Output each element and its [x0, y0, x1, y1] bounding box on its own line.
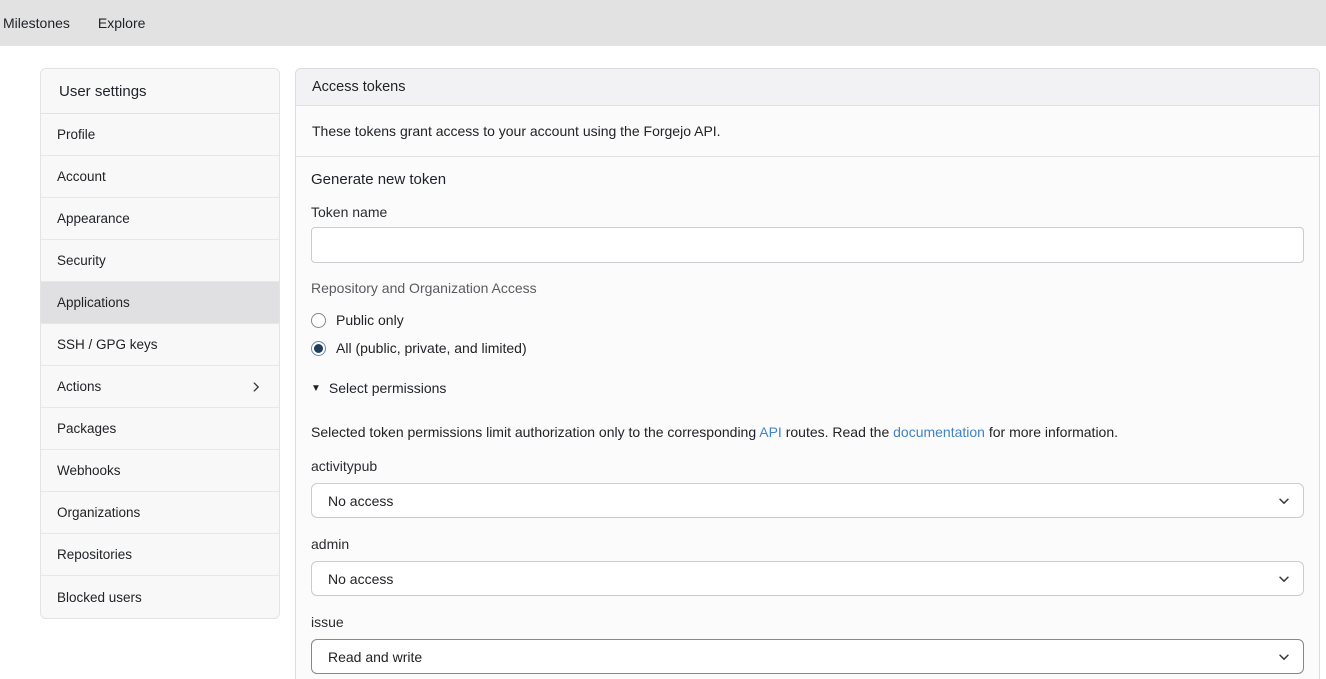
panel-title: Access tokens [296, 69, 1319, 106]
radio-icon[interactable] [311, 313, 326, 328]
sidebar-item-label: Organizations [57, 505, 140, 520]
sidebar-item-label: Appearance [57, 211, 130, 226]
selected-option: Read and write [328, 649, 422, 665]
sidebar-item-label: Webhooks [57, 463, 121, 478]
sidebar-title: User settings [41, 69, 279, 114]
sidebar-item-packages[interactable]: Packages [41, 408, 279, 450]
radio-label: Public only [336, 312, 404, 328]
sidebar-item-label: Repositories [57, 547, 132, 562]
chevron-down-icon [1277, 650, 1291, 664]
nav-item-explore[interactable]: Explore [84, 15, 159, 31]
sidebar-item-actions[interactable]: Actions [41, 366, 279, 408]
permission-group-issue: issue Read and write [311, 614, 1304, 674]
triangle-down-icon: ▼ [311, 383, 321, 394]
radio-public-only[interactable]: Public only [311, 306, 1304, 334]
activitypub-select[interactable]: No access [311, 483, 1304, 518]
sidebar-item-label: Packages [57, 421, 116, 436]
note-text: routes. Read the [782, 424, 893, 440]
sidebar-item-label: Profile [57, 127, 95, 142]
radio-label: All (public, private, and limited) [336, 340, 527, 356]
documentation-link[interactable]: documentation [893, 424, 985, 440]
api-link[interactable]: API [759, 424, 782, 440]
sidebar-item-webhooks[interactable]: Webhooks [41, 450, 279, 492]
admin-label: admin [311, 536, 1304, 552]
generate-new-token-heading: Generate new token [311, 171, 1304, 188]
chevron-down-icon [1277, 572, 1291, 586]
admin-select[interactable]: No access [311, 561, 1304, 596]
permissions-note: Selected token permissions limit authori… [311, 424, 1304, 440]
sidebar-item-label: SSH / GPG keys [57, 337, 158, 352]
permission-group-admin: admin No access [311, 536, 1304, 596]
sidebar-item-security[interactable]: Security [41, 240, 279, 282]
tokens-description: These tokens grant access to your accoun… [296, 106, 1319, 157]
selected-option: No access [328, 493, 393, 509]
sidebar-item-ssh-gpg-keys[interactable]: SSH / GPG keys [41, 324, 279, 366]
sidebar-item-applications[interactable]: Applications [41, 282, 279, 324]
radio-checked-icon[interactable] [311, 341, 326, 356]
sidebar-item-repositories[interactable]: Repositories [41, 534, 279, 576]
access-tokens-panel: Access tokens These tokens grant access … [295, 68, 1320, 679]
select-permissions-label: Select permissions [329, 380, 447, 396]
activitypub-label: activitypub [311, 458, 1304, 474]
sidebar-item-label: Applications [57, 295, 130, 310]
nav-item-milestones[interactable]: Milestones [0, 15, 84, 31]
token-name-input[interactable] [311, 227, 1304, 263]
sidebar-item-label: Account [57, 169, 106, 184]
sidebar-item-profile[interactable]: Profile [41, 114, 279, 156]
top-navbar: Milestones Explore [0, 0, 1326, 46]
selected-option: No access [328, 571, 393, 587]
sidebar-item-organizations[interactable]: Organizations [41, 492, 279, 534]
sidebar-item-appearance[interactable]: Appearance [41, 198, 279, 240]
sidebar-item-label: Actions [57, 379, 101, 394]
note-text: for more information. [985, 424, 1118, 440]
generate-token-form: Generate new token Token name Repository… [296, 157, 1319, 679]
issue-select[interactable]: Read and write [311, 639, 1304, 674]
chevron-right-icon [249, 380, 263, 394]
sidebar-item-account[interactable]: Account [41, 156, 279, 198]
note-text: Selected token permissions limit authori… [311, 424, 759, 440]
issue-label: issue [311, 614, 1304, 630]
settings-sidebar: User settings Profile Account Appearance… [40, 68, 280, 619]
sidebar-item-label: Blocked users [57, 590, 142, 605]
token-name-label: Token name [311, 204, 1304, 220]
radio-all-access[interactable]: All (public, private, and limited) [311, 334, 1304, 362]
sidebar-item-label: Security [57, 253, 106, 268]
chevron-down-icon [1277, 494, 1291, 508]
repo-org-access-label: Repository and Organization Access [311, 280, 1304, 296]
select-permissions-toggle[interactable]: ▼ Select permissions [311, 380, 1304, 396]
sidebar-item-blocked-users[interactable]: Blocked users [41, 576, 279, 618]
permission-group-activitypub: activitypub No access [311, 458, 1304, 518]
